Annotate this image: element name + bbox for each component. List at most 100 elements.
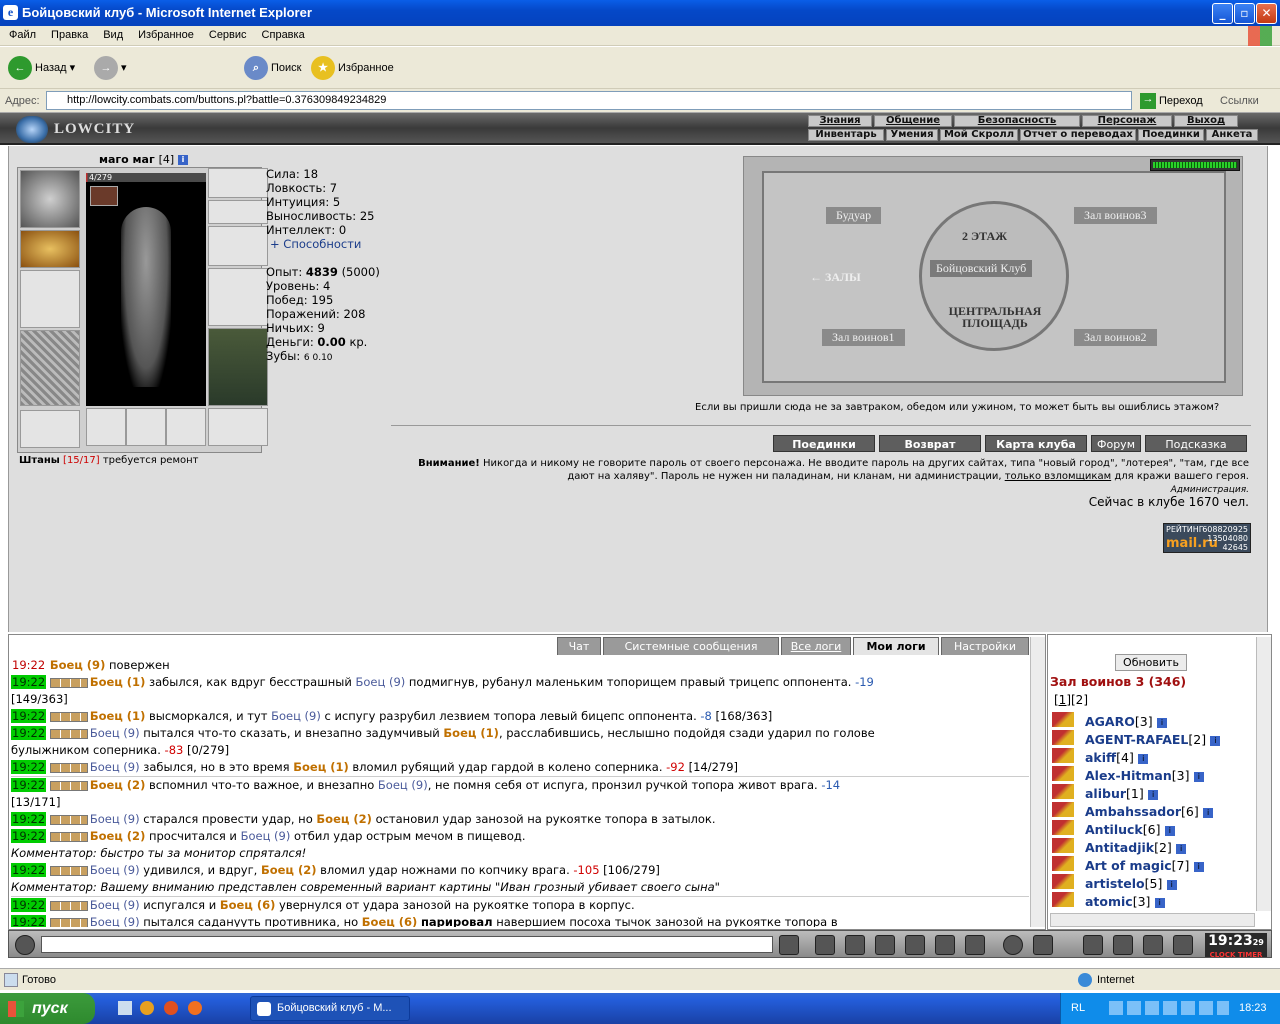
club-map-button[interactable]: Карта клуба (985, 435, 1087, 452)
log-scrollbar[interactable] (1030, 637, 1045, 927)
menu-knowledge[interactable]: Знания (808, 115, 872, 127)
map-central[interactable]: ЦЕНТРАЛЬНАЯ ПЛОЩАДЬ (940, 305, 1050, 329)
tab-all-logs[interactable]: Все логи (781, 637, 851, 655)
go-button[interactable]: → Переход (1140, 93, 1203, 109)
back-button[interactable]: ← Назад ▾ (8, 55, 75, 81)
info-icon[interactable]: i (1193, 771, 1204, 782)
private-chat-icon[interactable] (1052, 874, 1074, 889)
return-button[interactable]: Возврат (879, 435, 981, 452)
menu-tools[interactable]: Сервис (200, 26, 253, 41)
fighter-icon[interactable] (905, 935, 925, 955)
private-chat-icon[interactable] (1052, 748, 1074, 763)
weapon-left-slot[interactable] (20, 270, 80, 328)
menu-communication[interactable]: Общение (874, 115, 952, 127)
quicklaunch-browser-icon[interactable] (188, 1001, 202, 1015)
user-list-item[interactable]: atomic[3] i (1052, 892, 1252, 910)
chat-input[interactable] (41, 936, 773, 953)
amulet-slot[interactable] (208, 168, 268, 198)
links-button[interactable]: Ссылки (1220, 95, 1259, 107)
private-chat-icon[interactable] (1052, 730, 1074, 745)
user-list-item[interactable]: artistelo[5] i (1052, 874, 1252, 892)
map-boudoir[interactable]: Будуар (826, 207, 882, 224)
info-icon[interactable]: i (178, 155, 188, 165)
info-icon[interactable]: i (1203, 807, 1214, 818)
favorites-button[interactable]: ★ Избранное (311, 55, 394, 81)
info-icon[interactable]: i (1193, 861, 1204, 872)
menu-character[interactable]: Персонаж (1082, 115, 1172, 127)
menu-security[interactable]: Безопасность (954, 115, 1080, 127)
menu-exit[interactable]: Выход (1174, 115, 1238, 127)
menu-inventory[interactable]: Инвентарь (808, 129, 884, 141)
user-list-item[interactable]: Art of magic[7] i (1052, 856, 1252, 874)
abilities-link[interactable]: + Способности (266, 237, 380, 251)
menu-file[interactable]: Файл (0, 26, 42, 41)
menu-help[interactable]: Справка (253, 26, 311, 41)
tray-icons[interactable] (1109, 1001, 1229, 1015)
translit-icon[interactable] (935, 935, 955, 955)
person-icon[interactable] (1083, 935, 1103, 955)
save-icon[interactable] (875, 935, 895, 955)
tab-settings[interactable]: Настройки (941, 637, 1029, 655)
hint-button[interactable]: Подсказка (1145, 435, 1247, 452)
map-hall2[interactable]: Зал воинов2 (1074, 329, 1157, 346)
close-button[interactable]: ✕ (1256, 3, 1277, 24)
refresh-button[interactable]: Обновить (1115, 654, 1187, 671)
gloves-slot[interactable] (208, 226, 268, 266)
belt-slot[interactable] (20, 410, 80, 448)
map-hall1[interactable]: Зал воинов1 (822, 329, 905, 346)
helmet-slot[interactable] (20, 170, 80, 228)
search-button[interactable]: ⌕ Поиск (244, 55, 301, 81)
forum-button[interactable]: Форум (1091, 435, 1141, 452)
maximize-button[interactable]: ▫ (1234, 3, 1255, 24)
info-icon[interactable]: i (1156, 717, 1167, 728)
menu-skills[interactable]: Умения (886, 129, 938, 141)
users-scrollbar[interactable] (1256, 637, 1271, 911)
minimize-button[interactable]: _ (1212, 3, 1233, 24)
menu-edit[interactable]: Правка (42, 26, 94, 41)
private-chat-icon[interactable] (1052, 820, 1074, 835)
map-hall3[interactable]: Зал воинов3 (1074, 207, 1157, 224)
user-list-item[interactable]: akiff[4] i (1052, 748, 1252, 766)
private-chat-icon[interactable] (1052, 712, 1074, 727)
bracers-slot[interactable] (20, 230, 80, 268)
filter-icon[interactable] (845, 935, 865, 955)
user-list-item[interactable]: Ambahssador[6] i (1052, 802, 1252, 820)
private-chat-icon[interactable] (1052, 802, 1074, 817)
page-2-link[interactable]: [2] (1071, 693, 1088, 707)
battles-button[interactable]: Поединки (773, 435, 875, 452)
tab-system[interactable]: Системные сообщения (603, 637, 779, 655)
private-chat-icon[interactable] (1052, 766, 1074, 781)
address-input[interactable]: http://lowcity.combats.com/buttons.pl?ba… (46, 91, 1132, 110)
private-chat-icon[interactable] (1052, 892, 1074, 907)
start-button[interactable]: пуск (0, 993, 95, 1024)
tab-my-logs[interactable]: Мои логи (853, 637, 939, 655)
user-list-item[interactable]: Antiluck[6] i (1052, 820, 1252, 838)
forward-button[interactable]: → ▾ (94, 55, 127, 81)
skull-icon[interactable] (1113, 935, 1133, 955)
tab-chat[interactable]: Чат (557, 637, 601, 655)
info-icon[interactable]: i (1210, 735, 1221, 746)
floor-map[interactable]: Будуар Зал воинов3 2 ЭТАЖ Бойцовский Клу… (743, 156, 1243, 396)
menu-transfers[interactable]: Отчет о переводах (1020, 129, 1136, 141)
info-icon[interactable]: i (1164, 825, 1175, 836)
page-1-link[interactable]: [1] (1054, 693, 1071, 707)
boots-slot[interactable] (208, 408, 268, 446)
user-list-item[interactable]: AGARO[3] i (1052, 712, 1252, 730)
armor-slot[interactable] (20, 330, 80, 406)
exit-icon[interactable] (1173, 935, 1193, 955)
taskbar-window-item[interactable]: Бойцовский клуб - M... (250, 996, 410, 1021)
menu-scroll[interactable]: Мой Скролл (940, 129, 1018, 141)
menu-favorites[interactable]: Избранное (129, 26, 200, 41)
user-list-item[interactable]: Antitadjik[2] i (1052, 838, 1252, 856)
info-icon[interactable]: i (1154, 897, 1165, 908)
menu-profile[interactable]: Анкета (1206, 129, 1258, 141)
send-icon[interactable] (779, 935, 799, 955)
map-club[interactable]: Бойцовский Клуб (930, 260, 1033, 277)
private-chat-icon[interactable] (1052, 856, 1074, 871)
quicklaunch-app-icon[interactable] (140, 1001, 154, 1015)
private-chat-icon[interactable] (1052, 838, 1074, 853)
chat-icon[interactable] (15, 935, 35, 955)
user-list-item[interactable]: AGENT-RAFAEL[2] i (1052, 730, 1252, 748)
user-list-item[interactable]: alibur[1] i (1052, 784, 1252, 802)
pants-slot[interactable] (208, 328, 268, 406)
